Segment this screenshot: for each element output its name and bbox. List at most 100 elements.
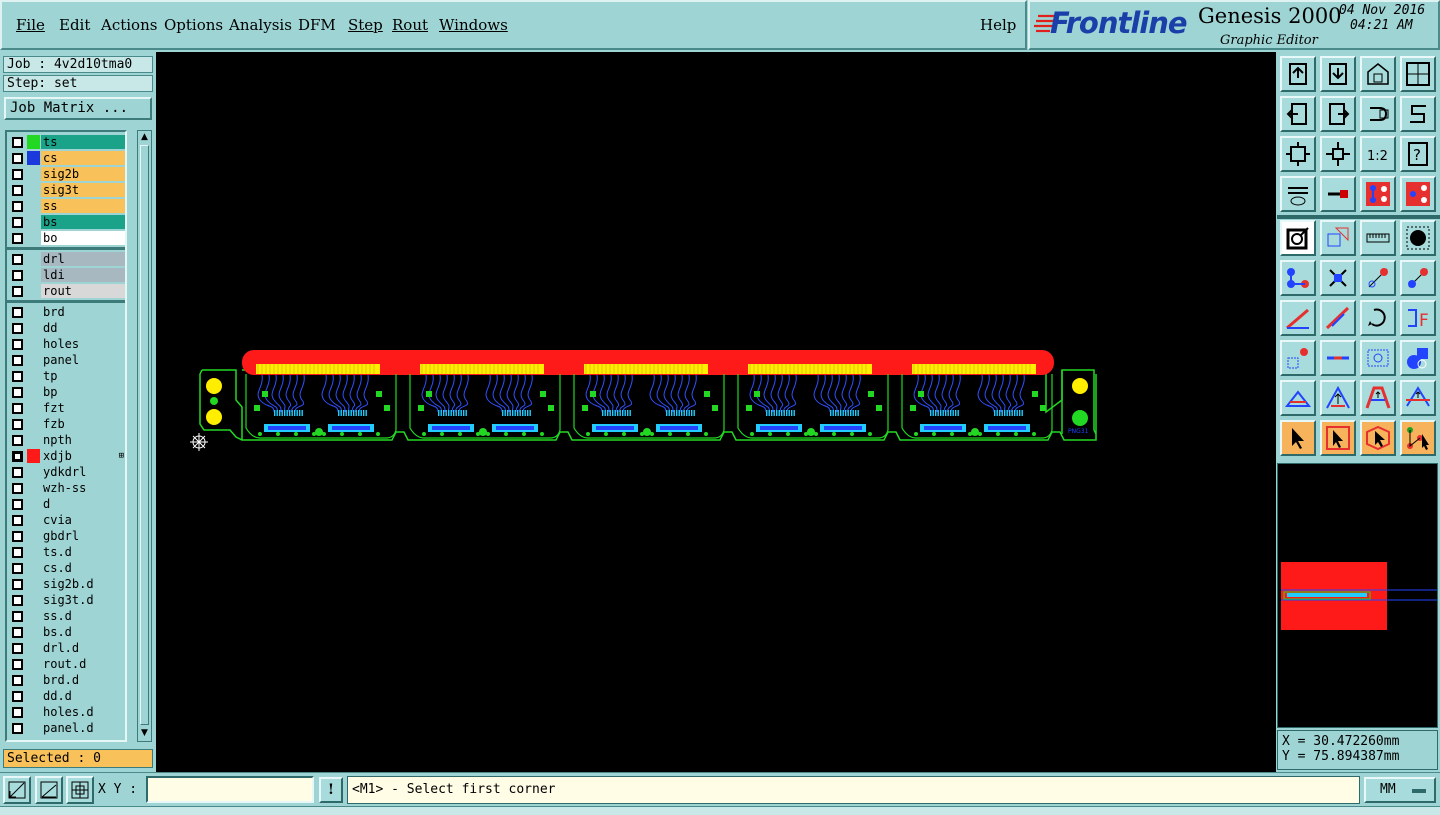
layer-color-swatch[interactable] (27, 705, 40, 719)
fit-profile-button[interactable] (1320, 136, 1356, 172)
scroll-down-arrow-icon[interactable]: ▼ (139, 728, 150, 739)
layer-color-swatch[interactable] (27, 689, 40, 703)
layer-checkbox[interactable] (12, 169, 23, 180)
layer-color-swatch[interactable] (27, 465, 40, 479)
menu-options[interactable]: Options (164, 16, 223, 34)
layer-checkbox[interactable] (12, 435, 23, 446)
layer-color-swatch[interactable] (27, 321, 40, 335)
layer-color-swatch[interactable] (27, 231, 40, 245)
layer-color-swatch[interactable] (27, 609, 40, 623)
layer-color-swatch[interactable] (27, 433, 40, 447)
menu-rout[interactable]: Rout (392, 16, 428, 34)
layer-color-swatch[interactable] (27, 529, 40, 543)
layer-color-swatch[interactable] (27, 401, 40, 415)
layer-name[interactable]: gbdrl (41, 529, 125, 543)
layer-color-swatch[interactable] (27, 561, 40, 575)
layer-checkbox[interactable] (12, 515, 23, 526)
layer-name[interactable]: ts.d (41, 545, 125, 559)
layer-color-swatch[interactable] (27, 593, 40, 607)
layer-checkbox[interactable] (12, 499, 23, 510)
layer-color-swatch[interactable] (27, 353, 40, 367)
angle-button[interactable] (1280, 380, 1316, 416)
layer-checkbox[interactable] (12, 467, 23, 478)
layer-row-d[interactable]: d (7, 496, 125, 512)
layer-row-ss[interactable]: ss (7, 198, 125, 214)
layer-checkbox[interactable] (12, 579, 23, 590)
layer-color-swatch[interactable] (27, 305, 40, 319)
layer-name[interactable]: ts (41, 135, 125, 149)
layer-row-brd[interactable]: brd (7, 304, 125, 320)
layer-color-swatch[interactable] (27, 268, 40, 282)
layer-name[interactable]: holes.d (41, 705, 125, 719)
layer-color-swatch[interactable] (27, 625, 40, 639)
menu-dfm[interactable]: DFM (298, 16, 336, 34)
snap-button[interactable] (1280, 220, 1316, 256)
layer-name[interactable]: sig2b (41, 167, 125, 181)
layer-name[interactable]: rout.d (41, 657, 125, 671)
span-button[interactable] (1400, 380, 1436, 416)
line-add-button[interactable] (1360, 260, 1396, 296)
layer-name[interactable]: cs (41, 151, 125, 165)
layer-name[interactable]: drl.d (41, 641, 125, 655)
layer-checkbox[interactable] (12, 137, 23, 148)
layer-checkbox[interactable] (12, 254, 23, 265)
layer-row-drl-d[interactable]: drl.d (7, 640, 125, 656)
layer-checkbox[interactable] (12, 483, 23, 494)
layer-row-sig2b[interactable]: sig2b (7, 166, 125, 182)
layer-row-dd-d[interactable]: dd.d (7, 688, 125, 704)
zoom-home-button[interactable] (1280, 56, 1316, 92)
layer-row-ts-d[interactable]: ts.d (7, 544, 125, 560)
layer-checkbox[interactable] (12, 233, 23, 244)
layer-checkbox[interactable] (12, 723, 23, 734)
layer-name[interactable]: wzh-ss (41, 481, 125, 495)
layer-color-swatch[interactable] (27, 721, 40, 735)
menu-file[interactable]: File (16, 16, 45, 34)
layer-row-cs[interactable]: cs (7, 150, 125, 166)
layer-checkbox[interactable] (12, 217, 23, 228)
layer-color-swatch[interactable] (27, 545, 40, 559)
triangle-button[interactable] (1320, 380, 1356, 416)
help-button[interactable]: ? (1400, 136, 1436, 172)
layer-name[interactable]: npth (41, 433, 125, 447)
layer-color-swatch[interactable] (27, 481, 40, 495)
layer-row-npth[interactable]: npth (7, 432, 125, 448)
layer-name[interactable]: bp (41, 385, 125, 399)
layer-checkbox[interactable] (12, 451, 23, 462)
layer-name[interactable]: ldi (41, 268, 125, 282)
layer-name[interactable]: sig3t.d (41, 593, 125, 607)
layer-row-cs-d[interactable]: cs.d (7, 560, 125, 576)
mirror-button[interactable]: F (1400, 300, 1436, 336)
layer-name[interactable]: brd (41, 305, 125, 319)
layer-row-holes-d[interactable]: holes.d (7, 704, 125, 720)
full-screen-button[interactable] (1400, 56, 1436, 92)
layer-color-swatch[interactable] (27, 513, 40, 527)
layer-checkbox[interactable] (12, 286, 23, 297)
layer-stack-button[interactable] (1400, 176, 1436, 212)
layer-compare-button[interactable] (1360, 176, 1396, 212)
layer-color-swatch[interactable] (27, 657, 40, 671)
select-area-button[interactable] (1320, 220, 1356, 256)
layer-checkbox[interactable] (12, 595, 23, 606)
layer-row-dd[interactable]: dd (7, 320, 125, 336)
layer-name[interactable]: holes (41, 337, 125, 351)
net-select-button[interactable] (1400, 420, 1436, 456)
slot-button[interactable] (1320, 340, 1356, 376)
layer-checkbox[interactable] (12, 675, 23, 686)
layer-checkbox[interactable] (12, 185, 23, 196)
layer-row-panel[interactable]: panel (7, 352, 125, 368)
layer-checkbox[interactable] (12, 323, 23, 334)
fit-all-button[interactable] (1280, 136, 1316, 172)
layer-checkbox[interactable] (12, 270, 23, 281)
pan-right-button[interactable] (1320, 96, 1356, 132)
layer-row-cvia[interactable]: cvia (7, 512, 125, 528)
draw-arc-button[interactable] (1320, 300, 1356, 336)
layer-color-swatch[interactable] (27, 641, 40, 655)
layer-row-ts[interactable]: ts (7, 134, 125, 150)
units-select[interactable]: MM (1364, 777, 1436, 803)
layer-name[interactable]: xdjb ⊞ (41, 449, 125, 463)
menu-windows[interactable]: Windows (439, 16, 508, 34)
layer-color-swatch[interactable] (27, 135, 40, 149)
layer-row-ydkdrl[interactable]: ydkdrl (7, 464, 125, 480)
measure-button[interactable] (1320, 176, 1356, 212)
zoom-out-button[interactable] (1360, 56, 1396, 92)
